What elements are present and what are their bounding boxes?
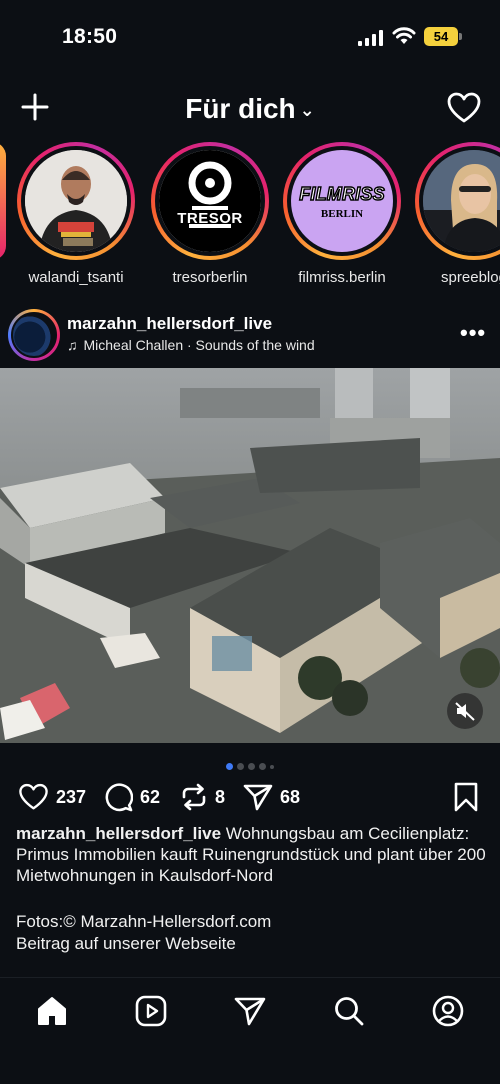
tresor-logo-text: TRESOR: [177, 210, 243, 227]
story-tresor[interactable]: TRESOR tresorberlin: [151, 142, 269, 286]
post-author-username[interactable]: marzahn_hellersdorf_live: [67, 314, 272, 334]
reels-icon[interactable]: [134, 994, 168, 1028]
carousel-dot: [270, 765, 274, 769]
post-caption: marzahn_hellersdorf_live Wohnungsbau am …: [16, 823, 486, 886]
heart-icon: [19, 783, 48, 810]
story-avatar: TRESOR: [159, 150, 261, 252]
status-bar: 18:50 54: [0, 0, 500, 70]
share-count: 68: [280, 786, 301, 807]
story-username: walandi_tsanti: [28, 269, 124, 286]
carousel-indicator: [0, 757, 500, 770]
story-avatar: [25, 150, 127, 252]
send-icon: [243, 784, 273, 811]
repost-count: 8: [215, 786, 226, 807]
story-username: tresorberlin: [172, 269, 248, 286]
mute-toggle[interactable]: [447, 693, 483, 729]
story-ring: [415, 142, 500, 260]
post-actions: 237 62 8 68: [0, 780, 500, 814]
repost-button[interactable]: 8: [180, 780, 225, 814]
carousel-dot-active: [226, 763, 233, 770]
direct-messages-icon[interactable]: [233, 994, 267, 1028]
feed-header: Für dich ⌄: [0, 86, 500, 132]
story-ring: [17, 142, 135, 260]
bookmark-icon[interactable]: [453, 782, 479, 812]
carousel-dot: [248, 763, 255, 770]
home-icon[interactable]: [35, 994, 69, 1028]
chevron-down-icon: ⌄: [299, 100, 315, 121]
repost-icon: [182, 783, 206, 811]
story-spreeblog[interactable]: spreeblog: [415, 142, 500, 286]
post-audio-text: Micheal Challen · Sounds of the wind: [83, 337, 315, 353]
filmriss-logo-text: FILMRISS: [298, 183, 385, 204]
story-ring: FILMRISS BERLIN: [283, 142, 401, 260]
like-count: 237: [56, 786, 87, 807]
bottom-navigation: [0, 977, 500, 1084]
profile-icon[interactable]: [431, 994, 465, 1028]
story-ring: TRESOR: [151, 142, 269, 260]
status-time: 18:50: [62, 25, 118, 48]
stories-tray: walandi_tsanti TRESOR tresorberlin FILMR…: [0, 142, 500, 290]
aerial-photo: [0, 368, 500, 743]
search-icon[interactable]: [332, 994, 366, 1028]
story-username: filmriss.berlin: [298, 269, 386, 286]
cellular-signal-icon: [358, 30, 383, 46]
post-header: marzahn_hellersdorf_live ♫ Micheal Challe…: [0, 306, 500, 364]
wifi-icon: [392, 27, 416, 44]
carousel-dot: [237, 763, 244, 770]
story-filmriss[interactable]: FILMRISS BERLIN filmriss.berlin: [283, 142, 401, 286]
carousel-dot: [259, 763, 266, 770]
post-author-avatar[interactable]: [8, 309, 60, 361]
credits-line: Fotos:© Marzahn-Hellersdorf.com: [16, 912, 272, 931]
story-avatar: FILMRISS BERLIN: [291, 150, 393, 252]
more-options-icon[interactable]: •••: [460, 320, 486, 346]
share-button[interactable]: 68: [243, 780, 300, 814]
feed-selector[interactable]: Für dich ⌄: [0, 93, 500, 125]
story-avatar: [423, 150, 500, 252]
comment-icon: [105, 782, 133, 811]
comment-button[interactable]: 62: [104, 780, 160, 814]
comment-count: 62: [140, 786, 161, 807]
battery-indicator: 54: [424, 27, 458, 46]
like-button[interactable]: 237: [18, 780, 86, 814]
website-link-text[interactable]: Beitrag auf unserer Webseite: [16, 933, 486, 955]
post-credits: Fotos:© Marzahn-Hellersdorf.com Beitrag …: [16, 911, 486, 955]
story-walandi[interactable]: walandi_tsanti: [17, 142, 135, 286]
caption-username[interactable]: marzahn_hellersdorf_live: [16, 824, 221, 843]
battery-tip: [459, 33, 462, 40]
story-ring-partial[interactable]: [0, 142, 6, 260]
music-note-icon: ♫: [67, 337, 78, 353]
post-image[interactable]: [0, 368, 500, 743]
post-audio-label[interactable]: ♫ Micheal Challen · Sounds of the wind: [67, 337, 315, 353]
feed-title: Für dich: [185, 93, 296, 124]
filmriss-logo-subtext: BERLIN: [320, 208, 364, 220]
tresor-logo-icon: [159, 150, 261, 252]
notifications-heart-icon[interactable]: [447, 92, 481, 124]
speaker-muted-icon: [455, 702, 475, 721]
story-username: spreeblog: [441, 269, 500, 286]
